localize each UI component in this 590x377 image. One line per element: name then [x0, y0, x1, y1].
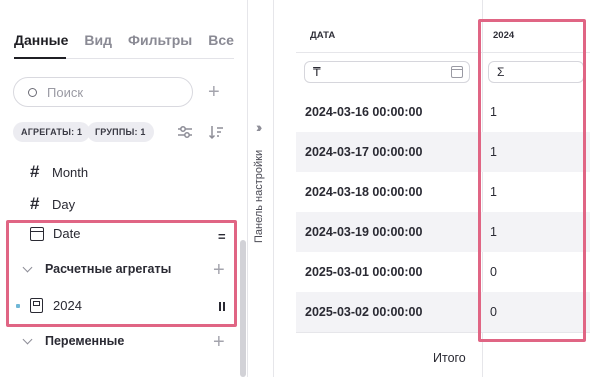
calendar-icon	[30, 226, 44, 241]
table-row[interactable]: 2024-03-19 00:00:00 1	[296, 212, 590, 252]
column-header-date[interactable]: ДАТА	[310, 30, 335, 41]
groups-chip[interactable]: ГРУППЫ: 1	[87, 122, 154, 142]
field-label: Date	[53, 226, 81, 241]
date-cell: 2024-03-19 00:00:00	[305, 225, 423, 239]
double-chevron-right-icon: ››	[256, 119, 263, 135]
field-month[interactable]: # Month	[30, 162, 88, 182]
total-divider	[296, 332, 590, 333]
table-row[interactable]: 2024-03-16 00:00:00 1	[296, 92, 590, 132]
value-cell: 0	[490, 265, 497, 279]
calculator-icon	[30, 298, 43, 313]
date-filter-input[interactable]: ₸	[304, 61, 470, 83]
sliders-icon[interactable]	[177, 124, 193, 140]
table-row[interactable]: 2024-03-18 00:00:00 1	[296, 172, 590, 212]
add-field-plus-icon[interactable]: +	[208, 82, 220, 102]
table-row[interactable]: 2024-03-17 00:00:00 1	[296, 132, 590, 172]
table-row[interactable]: 2025-03-01 00:00:00 0	[296, 252, 590, 292]
value-cell: 1	[490, 225, 497, 239]
field-2024[interactable]: 2024	[30, 298, 82, 313]
search-icon	[28, 87, 37, 97]
hash-icon: #	[30, 162, 40, 181]
value-filter-input[interactable]: Σ	[488, 61, 584, 83]
field-date[interactable]: Date	[30, 226, 80, 241]
tab-data[interactable]: Данные	[14, 32, 68, 48]
value-cell: 1	[490, 145, 497, 159]
header-divider	[296, 52, 590, 53]
sum-icon: Σ	[497, 65, 505, 79]
field-label: Month	[52, 164, 89, 180]
section-calculated-aggregates[interactable]: Расчетные агрегаты	[22, 262, 172, 276]
search-input[interactable]	[47, 84, 177, 100]
column-header-2024[interactable]: 2024	[493, 30, 514, 41]
chevron-down-icon	[22, 334, 33, 344]
date-cell: 2024-03-18 00:00:00	[305, 185, 423, 199]
drag-handle-icon[interactable]: =	[218, 229, 226, 244]
value-cell: 1	[490, 185, 497, 199]
scrollbar[interactable]	[240, 240, 246, 377]
add-calculated-plus-icon[interactable]: +	[213, 260, 225, 280]
selected-marker	[16, 304, 20, 308]
total-label: Итого	[433, 351, 466, 365]
data-panel: Данные Вид Фильтры Все + АГРЕГАТЫ: 1 ГРУ…	[0, 0, 248, 377]
table-row[interactable]: 2025-03-02 00:00:00 0	[296, 292, 590, 332]
sort-icon[interactable]	[208, 124, 224, 140]
filter-symbol: ₸	[313, 65, 321, 79]
field-day[interactable]: # Day	[30, 194, 75, 214]
tab-view[interactable]: Вид	[84, 32, 112, 48]
field-label: Day	[52, 196, 76, 212]
field-label: 2024	[53, 298, 82, 313]
active-tab-indicator	[14, 57, 66, 59]
calendar-icon[interactable]	[451, 66, 463, 78]
search-box[interactable]	[13, 77, 193, 107]
date-cell: 2024-03-17 00:00:00	[305, 145, 423, 159]
hash-icon: #	[30, 194, 40, 213]
value-cell: 1	[490, 105, 497, 119]
pause-handle-icon[interactable]	[219, 302, 225, 311]
section-label: Расчетные агрегаты	[45, 262, 172, 276]
date-cell: 2024-03-16 00:00:00	[305, 105, 423, 119]
add-variable-plus-icon[interactable]: +	[213, 332, 225, 352]
section-label: Переменные	[45, 334, 125, 348]
data-table: ДАТА 2024 ₸ Σ 2024-03-16 00:00:00 1 2024…	[296, 0, 590, 377]
tab-all[interactable]: Все	[208, 32, 234, 48]
settings-panel-toggle[interactable]: ›› Панель настройки	[249, 0, 274, 377]
panel-tabs: Данные Вид Фильтры Все	[14, 32, 234, 48]
tab-filters[interactable]: Фильтры	[128, 32, 192, 48]
date-cell: 2025-03-01 00:00:00	[305, 265, 423, 279]
settings-panel-label: Панель настройки	[253, 149, 265, 243]
aggregates-chip[interactable]: АГРЕГАТЫ: 1	[13, 122, 91, 142]
date-cell: 2025-03-02 00:00:00	[305, 305, 423, 319]
section-variables[interactable]: Переменные	[22, 334, 125, 348]
value-cell: 0	[490, 305, 497, 319]
chevron-down-icon	[22, 262, 33, 272]
